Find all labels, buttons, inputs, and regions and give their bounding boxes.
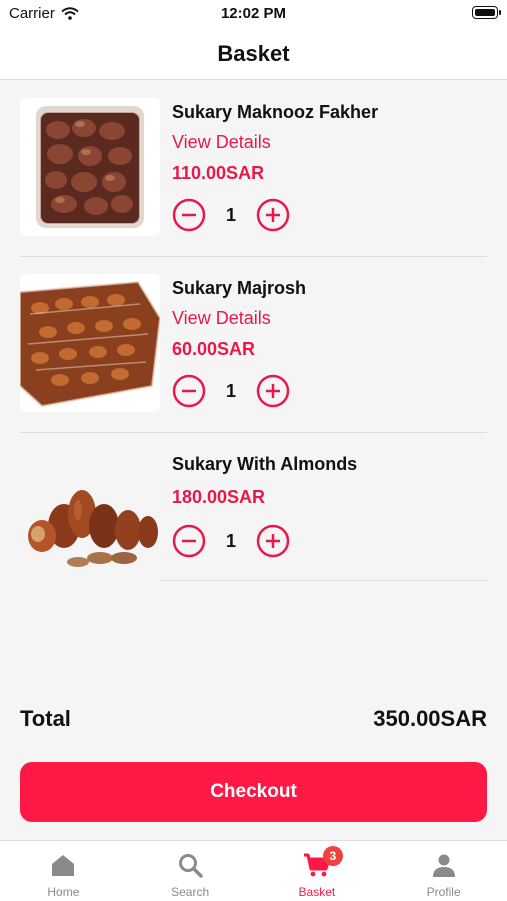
quantity-value: 1 <box>225 380 236 401</box>
status-time: 12:02 PM <box>220 5 287 22</box>
quantity-stepper: 1 <box>172 524 290 558</box>
product-name: Sukary With Almonds <box>172 454 358 474</box>
increase-quantity-button[interactable] <box>256 524 290 558</box>
quantity-value: 1 <box>225 204 236 225</box>
dates-almonds-image <box>20 450 160 588</box>
tab-bar: Home Search 3 Basket Profile <box>0 840 507 901</box>
tab-label: Profile <box>426 885 461 899</box>
decrease-quantity-button[interactable] <box>172 198 206 232</box>
tab-label: Basket <box>298 885 336 899</box>
tab-profile[interactable]: Profile <box>380 841 507 901</box>
cart-count-badge: 3 <box>322 846 343 866</box>
quantity-stepper: 1 <box>172 374 290 408</box>
basket-item: Sukary Majrosh View Details 60.00SAR 1 <box>20 256 487 433</box>
product-image[interactable] <box>20 450 160 588</box>
home-icon <box>52 855 75 876</box>
dates-block-image <box>20 274 160 412</box>
basket-item: Sukary Maknooz Fakher View Details 110.0… <box>20 80 487 257</box>
product-price: 110.00SAR <box>172 163 265 183</box>
increase-quantity-button[interactable] <box>256 374 290 408</box>
product-name: Sukary Majrosh <box>172 278 307 298</box>
product-image[interactable] <box>20 274 160 412</box>
product-name: Sukary Maknooz Fakher <box>172 102 379 122</box>
quantity-value: 1 <box>225 530 236 551</box>
tab-search[interactable]: Search <box>127 841 254 901</box>
decrease-quantity-button[interactable] <box>172 374 206 408</box>
tab-label: Home <box>47 885 80 899</box>
view-details-link[interactable]: View Details <box>172 308 271 329</box>
quantity-stepper: 1 <box>172 198 290 232</box>
battery-icon <box>472 6 501 19</box>
tab-home[interactable]: Home <box>0 841 127 901</box>
basket-item: Sukary With Almonds 180.00SAR 1 <box>20 432 487 588</box>
search-icon <box>179 854 203 878</box>
person-icon <box>432 854 455 877</box>
total-label: Total <box>20 706 71 731</box>
increase-quantity-button[interactable] <box>256 198 290 232</box>
product-price: 60.00SAR <box>172 339 256 359</box>
view-details-link[interactable]: View Details <box>172 132 271 153</box>
page-title: Basket <box>217 40 290 66</box>
product-price: 180.00SAR <box>172 487 266 507</box>
dates-package-image <box>20 98 160 236</box>
nav-header: Basket <box>0 28 507 80</box>
tab-label: Search <box>171 885 210 899</box>
status-bar: Carrier 12:02 PM <box>0 0 507 28</box>
total-value: 350.00SAR <box>373 706 487 731</box>
tab-basket[interactable]: 3 Basket <box>254 841 381 901</box>
decrease-quantity-button[interactable] <box>172 524 206 558</box>
checkout-button[interactable]: Checkout <box>20 762 487 822</box>
product-image[interactable] <box>20 98 160 236</box>
